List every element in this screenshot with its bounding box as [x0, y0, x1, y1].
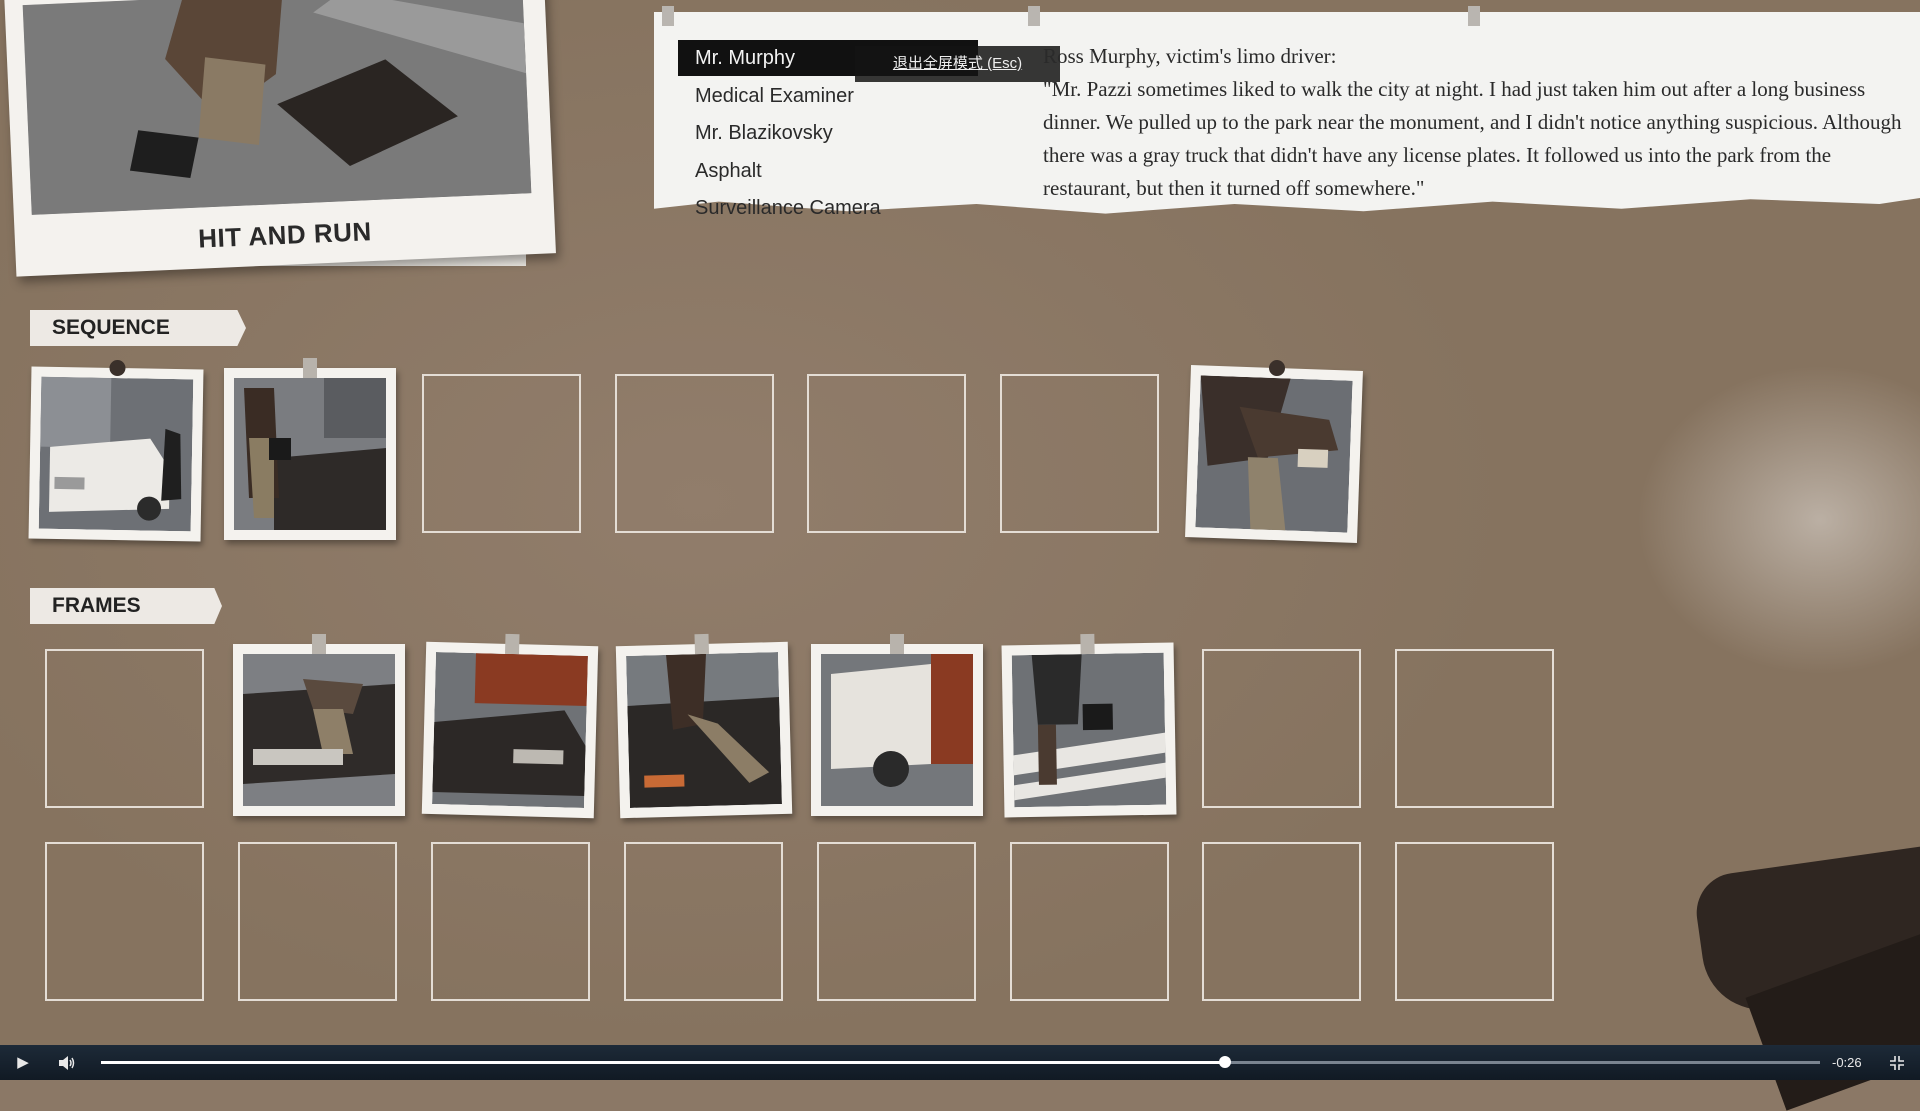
- tape-icon: [504, 633, 520, 655]
- dark-car-image: [432, 652, 588, 808]
- exit-fullscreen-icon[interactable]: [1882, 1045, 1912, 1080]
- testimony-speaker: Ross Murphy, victim's limo driver:: [1043, 44, 1337, 68]
- victim-falling-image: [626, 652, 782, 808]
- progress-thumb[interactable]: [1219, 1056, 1232, 1068]
- victim-on-car-image: [243, 654, 395, 806]
- victim-on-hood-image: [1195, 375, 1353, 533]
- paper-pin: [1028, 6, 1040, 26]
- sequence-slot-3[interactable]: [422, 374, 581, 533]
- tape-icon: [694, 633, 710, 655]
- paper-pin: [662, 6, 674, 26]
- frame-slot-1-8[interactable]: [1395, 649, 1554, 808]
- paper-pin: [1468, 6, 1480, 26]
- frame-slot-2-2[interactable]: [238, 842, 397, 1001]
- witness-item-medical-examiner[interactable]: Medical Examiner: [678, 78, 978, 114]
- progress-fill: [101, 1061, 1226, 1064]
- tape-icon: [312, 634, 326, 654]
- case-photo: HIT AND RUN: [4, 0, 556, 277]
- frame-slot-1-1[interactable]: [45, 649, 204, 808]
- play-icon[interactable]: ▶: [8, 1045, 38, 1080]
- frame-slot-1-2-photo[interactable]: [233, 634, 405, 816]
- frame-slot-2-7[interactable]: [1202, 842, 1361, 1001]
- frame-slot-2-3[interactable]: [431, 842, 590, 1001]
- frame-slot-1-4-photo[interactable]: [615, 633, 793, 819]
- frame-slot-2-5[interactable]: [817, 842, 976, 1001]
- sequence-slot-6[interactable]: [1000, 374, 1159, 533]
- pin-icon: [109, 359, 126, 377]
- sequence-slot-7-photo[interactable]: [1185, 359, 1363, 543]
- frame-slot-1-5-photo[interactable]: [811, 634, 983, 816]
- volume-icon[interactable]: [52, 1045, 82, 1080]
- testimony-text: Ross Murphy, victim's limo driver: "Mr. …: [1043, 40, 1920, 205]
- witness-item-surveillance-camera[interactable]: Surveillance Camera: [678, 190, 978, 226]
- sequence-slot-1-photo[interactable]: [28, 359, 204, 542]
- frame-slot-1-6-photo[interactable]: [1001, 633, 1177, 818]
- witness-item-asphalt[interactable]: Asphalt: [678, 153, 978, 189]
- case-photo-image: [22, 0, 532, 215]
- frame-slot-2-4[interactable]: [624, 842, 783, 1001]
- sequence-slot-4[interactable]: [615, 374, 774, 533]
- man-with-briefcase-image: [234, 378, 386, 530]
- white-limo-image: [38, 376, 194, 532]
- sequence-slot-2-photo[interactable]: [224, 358, 396, 540]
- frame-slot-2-8[interactable]: [1395, 842, 1554, 1001]
- sequence-header: SEQUENCE: [30, 310, 246, 346]
- frame-slot-1-3-photo[interactable]: [421, 633, 599, 819]
- walking-briefcase-image: [1011, 652, 1167, 808]
- tape-icon: [303, 358, 317, 378]
- witness-item-mr-blazikovsky[interactable]: Mr. Blazikovsky: [678, 115, 978, 151]
- sequence-slot-5[interactable]: [807, 374, 966, 533]
- frames-header: FRAMES: [30, 588, 222, 624]
- tape-icon: [890, 634, 904, 654]
- frame-slot-2-6[interactable]: [1010, 842, 1169, 1001]
- case-title: HIT AND RUN: [197, 216, 373, 254]
- frame-slot-1-7[interactable]: [1202, 649, 1361, 808]
- testimony-quote: "Mr. Pazzi sometimes liked to walk the c…: [1043, 77, 1902, 200]
- tape-icon: [1080, 633, 1095, 655]
- progress-track[interactable]: [101, 1056, 1820, 1068]
- time-remaining: -0:26: [1832, 1055, 1862, 1070]
- pin-icon: [1268, 359, 1286, 377]
- exit-fullscreen-tip[interactable]: 退出全屏模式 (Esc): [855, 46, 1060, 82]
- white-truck-image: [821, 654, 973, 806]
- video-controls: ▶ -0:26: [0, 1045, 1920, 1080]
- frame-slot-2-1[interactable]: [45, 842, 204, 1001]
